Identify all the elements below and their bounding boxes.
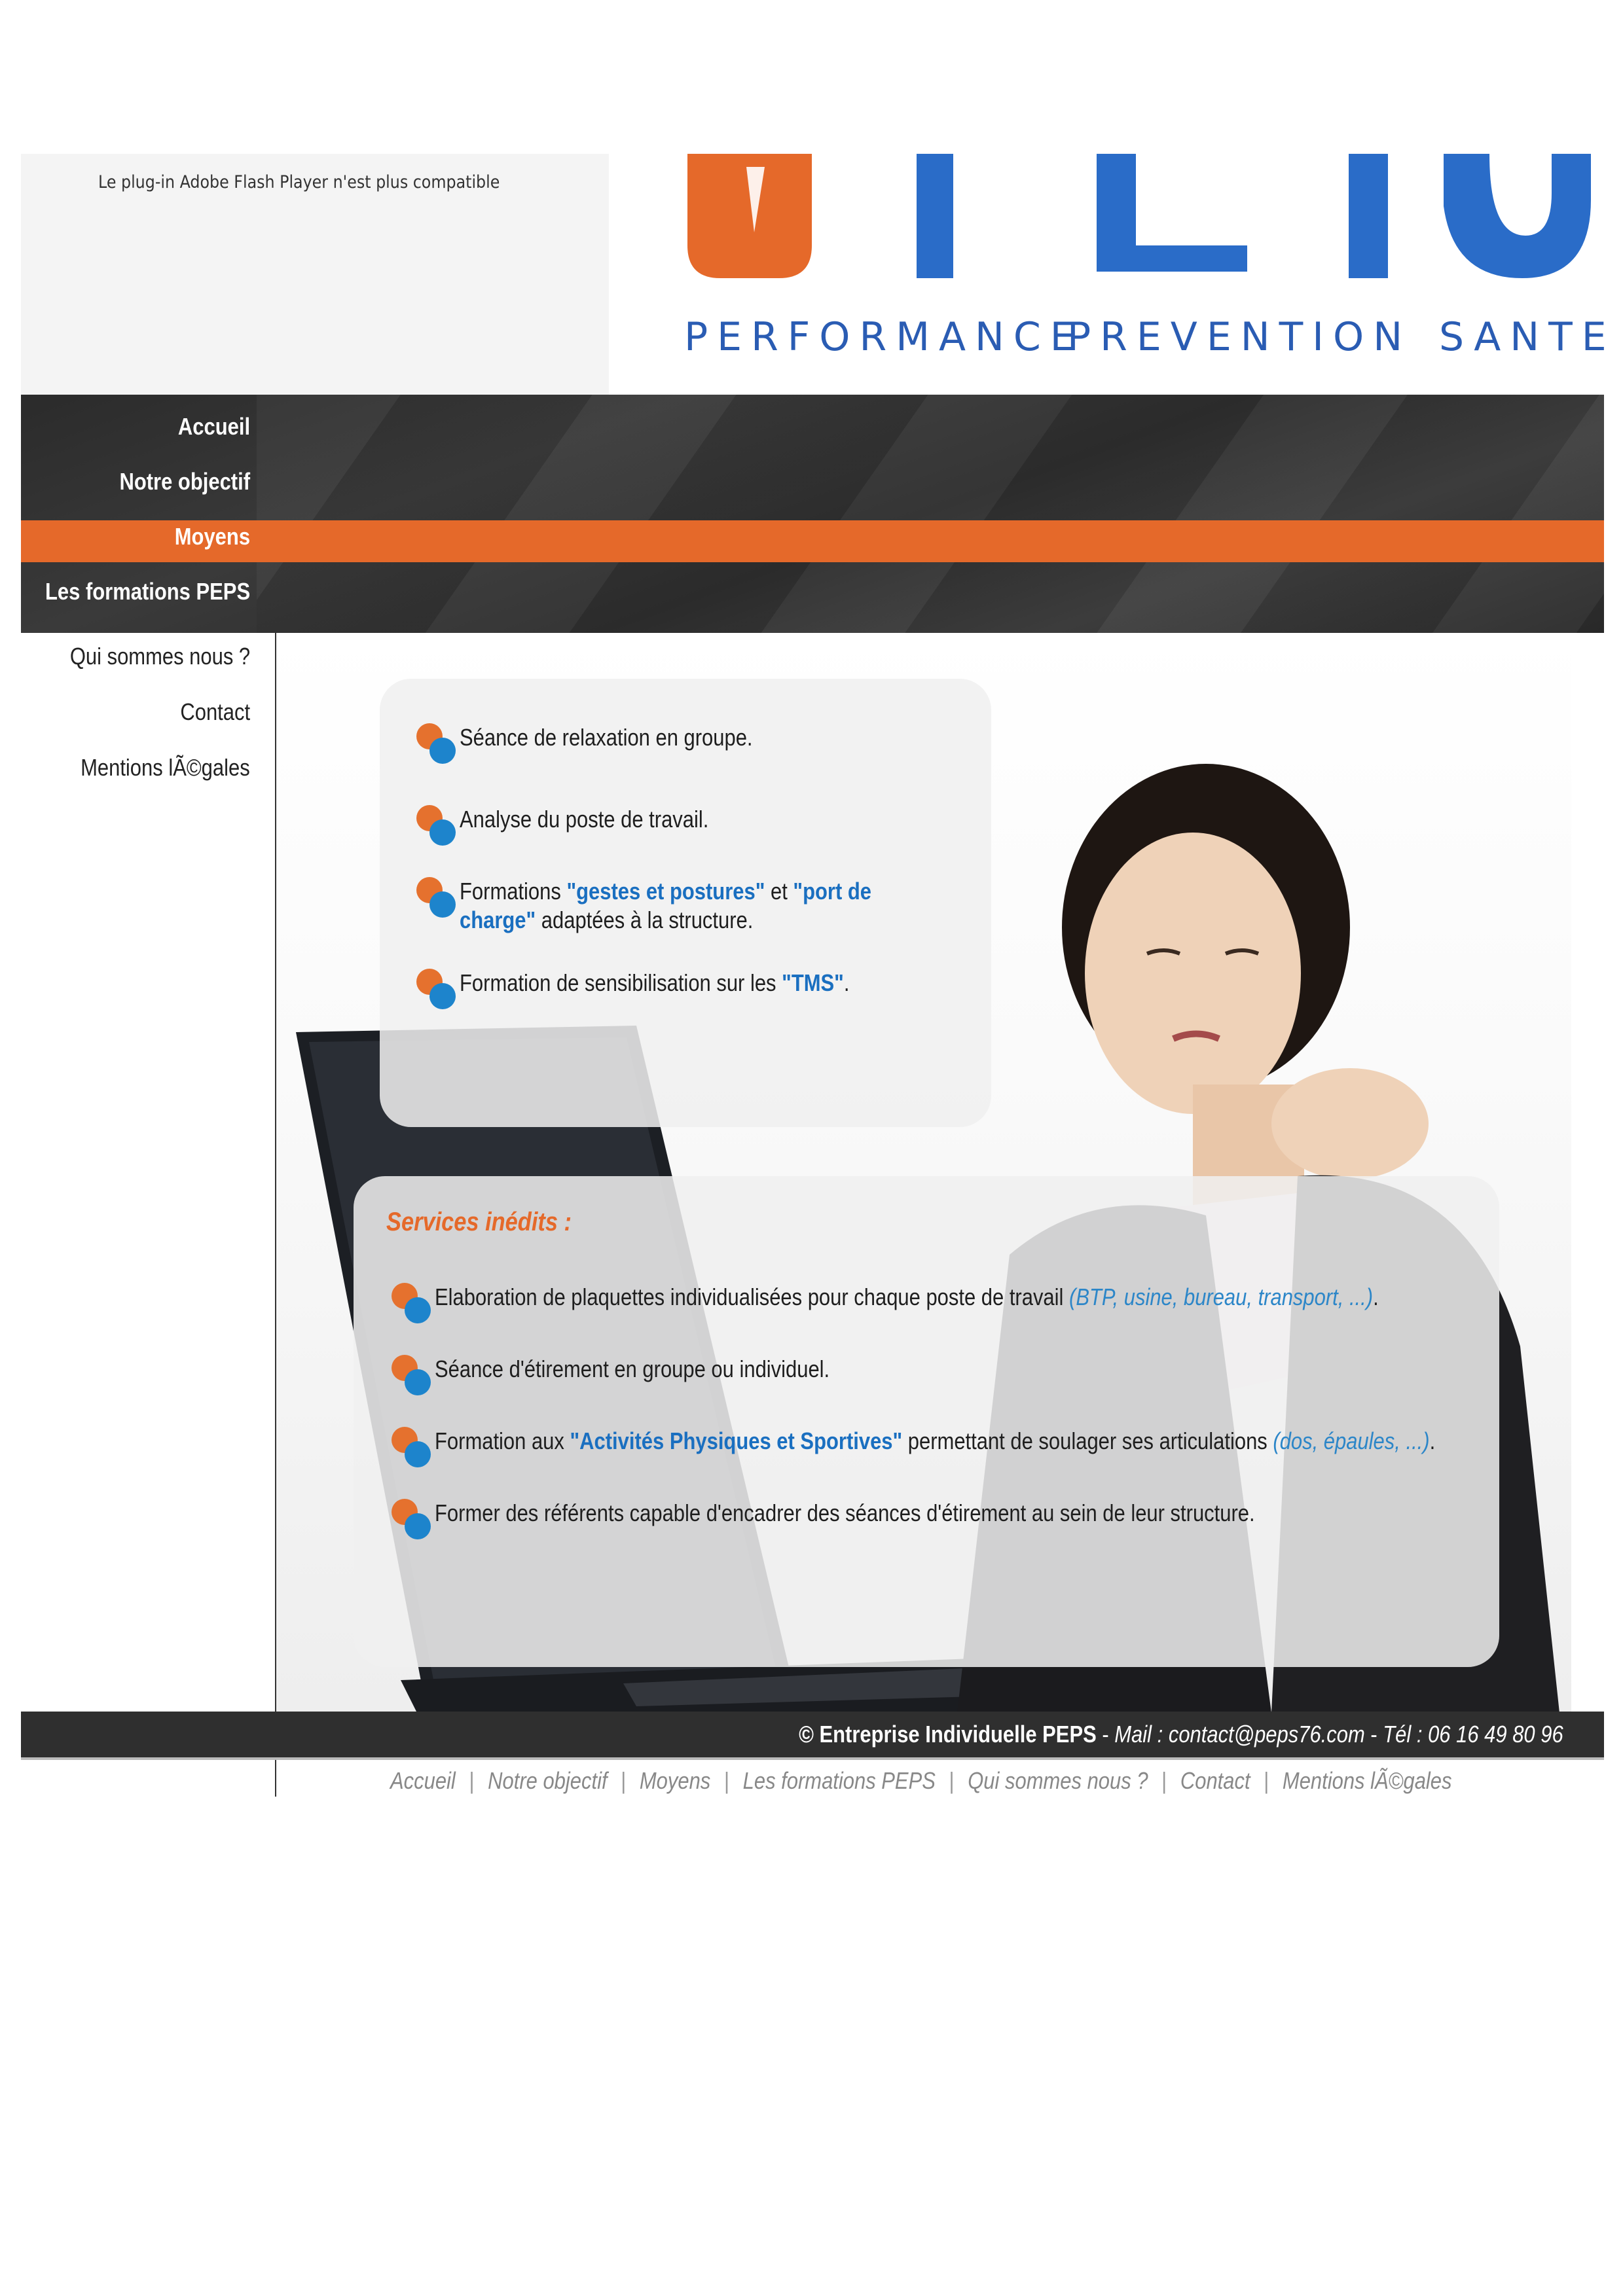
nav-item-qui-sommes-nous[interactable]: Qui sommes nous ? <box>70 643 250 670</box>
tagline-sante: SANTE <box>1439 314 1604 360</box>
footer-mail[interactable]: Mail : contact@peps76.com <box>1115 1721 1365 1748</box>
list-item: Analyse du poste de travail. <box>416 805 749 848</box>
tagline-performance: PERFORMANCE <box>684 314 1084 360</box>
bullet-icon <box>416 877 460 920</box>
tms-link[interactable]: "TMS" <box>782 969 844 996</box>
nav-item-accueil[interactable]: Accueil <box>178 413 250 440</box>
nav-item-notre-objectif[interactable]: Notre objectif <box>119 468 250 495</box>
list-item: Formation de sensibilisation sur les "TM… <box>416 969 913 1012</box>
nav-item-moyens[interactable]: Moyens <box>175 523 250 550</box>
nav-item-mentions-legales[interactable]: Mentions lÃ©gales <box>81 754 250 781</box>
peps-logo[interactable]: PERFORMANCE PREVENTION SANTE <box>609 154 1604 395</box>
nav-band <box>21 395 1604 633</box>
list-item: Formation aux "Activités Physiques et Sp… <box>392 1427 1598 1470</box>
flash-message: Le plug-in Adobe Flash Player n'est plus… <box>98 172 500 192</box>
footer-link-notre-objectif[interactable]: Notre objectif <box>488 1767 607 1794</box>
footer-bar: © Entreprise Individuelle PEPS - Mail : … <box>21 1712 1604 1760</box>
bullet-icon <box>416 723 460 766</box>
footer-link-accueil[interactable]: Accueil <box>390 1767 456 1794</box>
footer-contact-info: © Entreprise Individuelle PEPS - Mail : … <box>799 1721 1563 1748</box>
bullet-icon <box>416 969 460 1012</box>
port-de-charge-link-cont[interactable]: charge" <box>460 906 536 933</box>
list-item: Former des référents capable d'encadrer … <box>392 1499 1389 1542</box>
bullet-icon <box>392 1283 435 1326</box>
footer-links: Accueil | Notre objectif | Moyens | Les format… <box>390 1767 1452 1794</box>
services-panel <box>354 1176 1499 1667</box>
footer-phone: Tél : 06 16 49 80 96 <box>1383 1721 1563 1748</box>
activites-physiques-link[interactable]: "Activités Physiques et Sportives" <box>570 1427 902 1454</box>
tagline-prevention: PREVENTION <box>1067 314 1412 360</box>
footer-company: © Entreprise Individuelle PEPS <box>799 1721 1097 1748</box>
bullet-icon <box>392 1499 435 1542</box>
list-item: Séance de relaxation en groupe. <box>416 723 800 766</box>
list-item: Séance d'étirement en groupe ou individu… <box>392 1355 894 1398</box>
footer-divider <box>275 1760 276 1797</box>
list-item: Elaboration de plaquettes individualisée… <box>392 1283 1532 1326</box>
gestes-postures-link[interactable]: "gestes et postures" <box>566 878 765 905</box>
bullet-icon <box>392 1427 435 1470</box>
nav-active-highlight <box>21 520 1604 562</box>
services-title: Services inédits : <box>386 1208 572 1236</box>
footer-link-contact[interactable]: Contact <box>1180 1767 1250 1794</box>
list-item: Formations "gestes et postures" et "port… <box>416 877 938 935</box>
footer-link-moyens[interactable]: Moyens <box>640 1767 710 1794</box>
flash-placeholder: Le plug-in Adobe Flash Player n'est plus… <box>21 154 609 395</box>
bullet-icon <box>392 1355 435 1398</box>
footer-link-qui-sommes-nous[interactable]: Qui sommes nous ? <box>968 1767 1148 1794</box>
port-de-charge-link[interactable]: "port de <box>793 878 871 905</box>
nav-item-les-formations-peps[interactable]: Les formations PEPS <box>45 578 250 605</box>
bullet-icon <box>416 805 460 848</box>
footer-link-les-formations-peps[interactable]: Les formations PEPS <box>743 1767 936 1794</box>
footer-link-mentions-legales[interactable]: Mentions lÃ©gales <box>1283 1767 1452 1794</box>
nav-item-contact[interactable]: Contact <box>180 698 250 726</box>
